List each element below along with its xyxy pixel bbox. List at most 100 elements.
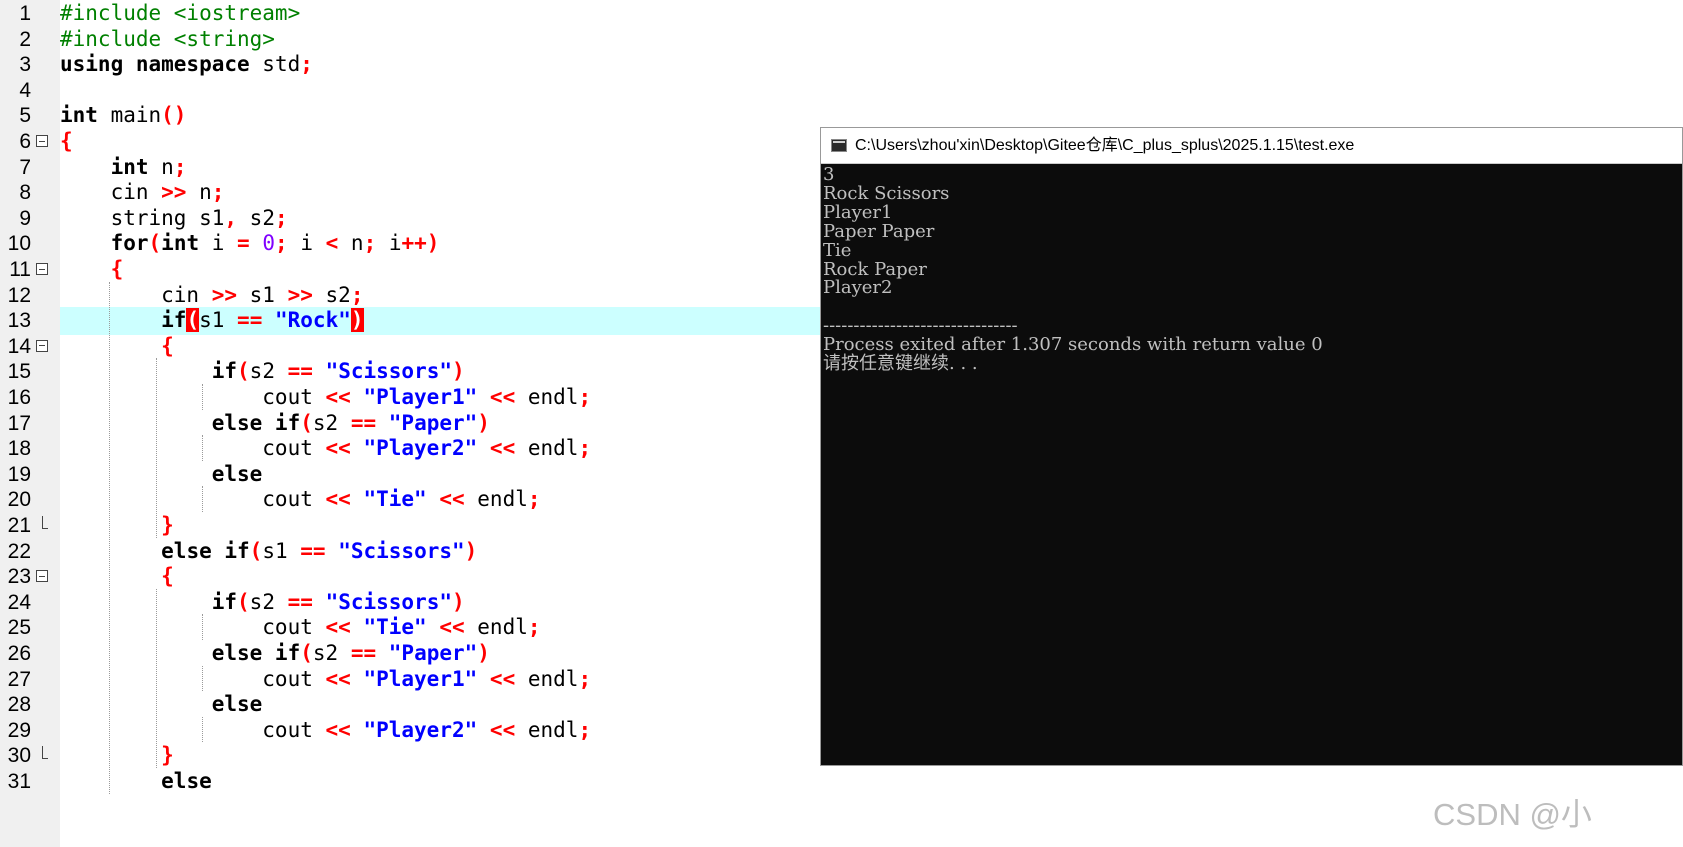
code-token: << (489, 717, 516, 742)
indent-guide (202, 486, 203, 512)
code-token: int (60, 103, 98, 128)
line-number: 20 (7, 488, 31, 512)
code-token: "Player2" (363, 436, 478, 461)
code-token: ( (300, 410, 313, 435)
gutter-line: 5 (0, 102, 60, 130)
code-line[interactable]: int main() (60, 102, 1683, 130)
code-token: else if (211, 410, 301, 435)
code-line[interactable]: #include <iostream> (60, 0, 1683, 28)
code-token: #include <string> (60, 26, 275, 51)
code-token: ; (578, 436, 592, 461)
code-token: cout (60, 717, 326, 742)
code-line[interactable] (60, 77, 1683, 105)
code-line[interactable]: using namespace std; (60, 51, 1683, 79)
code-token: ; (350, 282, 364, 307)
code-token: ( (237, 589, 250, 614)
gutter-line: 3 (0, 51, 60, 79)
code-token: s2 (312, 282, 351, 307)
code-token: ; (275, 231, 288, 256)
code-token: cin (60, 282, 212, 307)
code-token: { (161, 333, 174, 358)
line-number: 1 (19, 2, 31, 25)
line-number: 14 (7, 334, 31, 358)
code-line[interactable]: #include <string> (60, 26, 1683, 54)
gutter-line: 2 (0, 26, 60, 54)
console-app-icon (831, 139, 847, 152)
line-number: 16 (7, 386, 31, 409)
gutter-line: 17 (0, 410, 60, 438)
line-number: 12 (7, 283, 31, 307)
code-token: << (489, 666, 516, 691)
console-output[interactable]: 3 Rock Scissors Player1 Paper Paper Tie Rock … (821, 165, 1682, 765)
code-token: { (161, 564, 174, 589)
code-token: "Scissors" (325, 589, 452, 614)
fold-end-icon (42, 516, 48, 529)
code-token: ( (148, 231, 162, 256)
code-line[interactable]: else (60, 768, 1683, 796)
code-token: ; (527, 615, 541, 640)
fold-collapse-icon[interactable] (36, 263, 48, 275)
code-token: << (489, 385, 516, 409)
code-token: s2 (312, 410, 351, 435)
line-number: 11 (9, 258, 31, 281)
code-token: "Paper" (388, 410, 478, 435)
code-token: ++) (401, 231, 440, 256)
line-number: 26 (7, 642, 31, 665)
code-token: 0 (262, 231, 276, 256)
line-number: 6 (19, 130, 31, 153)
code-token: i (287, 231, 326, 256)
code-token: endl (515, 436, 579, 461)
code-token: ( (249, 538, 263, 563)
code-token: << (439, 615, 465, 640)
code-token: << (325, 487, 351, 512)
gutter-line: 8 (0, 179, 60, 207)
code-token: cout (60, 666, 326, 691)
code-token: s1 (262, 538, 301, 563)
console-titlebar[interactable]: C:\Users\zhou'xin\Desktop\Gitee仓库\C_plus… (821, 128, 1682, 164)
line-number: 28 (7, 693, 31, 717)
code-token: ) (464, 538, 478, 563)
code-token: ; (578, 385, 592, 409)
gutter-line: 21 (0, 512, 60, 540)
console-window[interactable]: C:\Users\zhou'xin\Desktop\Gitee仓库\C_plus… (820, 127, 1683, 766)
code-token: s1 (237, 282, 288, 307)
code-token: s1 (199, 308, 238, 333)
code-token: endl (515, 717, 579, 742)
line-number: 24 (7, 590, 31, 614)
code-token: ) (452, 359, 465, 384)
gutter-line: 11 (0, 256, 60, 284)
line-number: 31 (7, 770, 31, 793)
code-token: std (249, 52, 301, 77)
code-token: s2 (237, 205, 275, 230)
gutter-line: 9 (0, 205, 60, 233)
code-token: endl (515, 385, 579, 409)
indent-guide (156, 588, 157, 768)
code-token: ; (578, 666, 592, 691)
code-token: << (325, 615, 351, 640)
code-token: s2 (312, 641, 351, 665)
fold-collapse-icon[interactable] (36, 570, 48, 583)
line-number: 5 (19, 104, 31, 128)
fold-collapse-icon[interactable] (36, 339, 48, 352)
code-token: n (186, 180, 212, 205)
indent-guide (202, 716, 203, 743)
gutter-line: 19 (0, 461, 60, 489)
line-number: 7 (19, 155, 31, 179)
line-number: 22 (7, 539, 31, 563)
code-token: using namespace (60, 52, 250, 77)
fold-collapse-icon[interactable] (36, 135, 48, 147)
